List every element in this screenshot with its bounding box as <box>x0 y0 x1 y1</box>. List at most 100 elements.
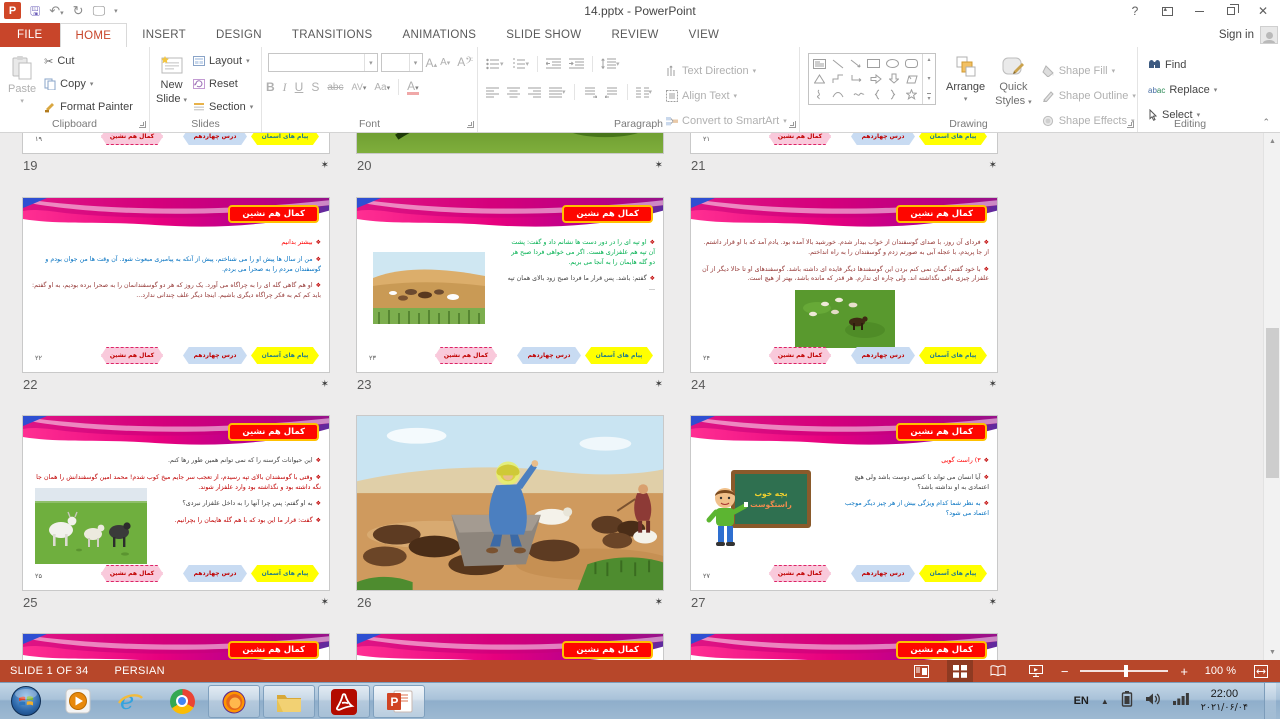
media-player-icon[interactable] <box>52 683 104 719</box>
normal-view-button[interactable] <box>909 660 935 682</box>
zoom-level[interactable]: 100 % <box>1200 665 1236 677</box>
text-shadow-button[interactable]: S <box>311 80 319 94</box>
internet-explorer-icon[interactable]: e <box>104 683 156 719</box>
scroll-down-arrow-icon[interactable]: ▼ <box>1264 644 1280 660</box>
section-button[interactable]: Section▾ <box>193 96 253 118</box>
fit-slide-to-window-button[interactable] <box>1248 660 1274 682</box>
slide-counter[interactable]: SLIDE 1 OF 34 <box>10 665 89 677</box>
nav-chip-pink[interactable]: کمال هم نشین <box>101 565 163 582</box>
firefox-button[interactable] <box>208 685 260 718</box>
font-size-combobox[interactable]: ▾ <box>381 53 423 72</box>
slide-thumbnail[interactable]: کمال هم نشین <box>356 633 664 660</box>
tray-clock[interactable]: 22:00 ۲۰۲۱/۰۶/۰۴ <box>1201 688 1252 714</box>
vertical-scrollbar[interactable]: ▲ ▼ <box>1263 133 1280 660</box>
explorer-button[interactable] <box>263 685 315 718</box>
format-painter-button[interactable]: Format Painter <box>44 96 133 118</box>
tab-animations[interactable]: ANIMATIONS <box>388 23 492 47</box>
decrease-indent-icon[interactable] <box>546 58 561 70</box>
chrome-icon[interactable] <box>156 683 208 719</box>
paste-button[interactable]: Paste▾ <box>8 50 36 118</box>
quick-styles-button[interactable]: Quick Styles ▾ <box>995 53 1032 107</box>
sign-in-link[interactable]: Sign in <box>1219 29 1254 41</box>
text-direction-button[interactable]: Text Direction▾ <box>666 60 787 82</box>
line-spacing-icon[interactable]: ▾ <box>601 58 620 70</box>
tab-slide-show[interactable]: SLIDE SHOW <box>491 23 596 47</box>
align-text-button[interactable]: Align Text▾ <box>666 85 787 107</box>
zoom-slider[interactable] <box>1080 670 1168 672</box>
italic-button[interactable]: I <box>283 80 287 95</box>
nav-chip-yellow[interactable]: پیام های آسمان <box>251 565 319 582</box>
slide-thumbnail-20[interactable] <box>356 133 664 154</box>
ribbon-display-options-button[interactable] <box>1154 1 1180 21</box>
increase-font-size-button[interactable]: A▴ <box>426 56 438 70</box>
battery-icon[interactable] <box>1121 691 1133 712</box>
nav-chip-blue[interactable]: درس چهاردهم <box>183 565 247 582</box>
minimize-button[interactable] <box>1186 1 1212 21</box>
volume-icon[interactable] <box>1145 692 1161 711</box>
increase-indent-icon[interactable] <box>569 58 584 70</box>
nav-chip-pink[interactable]: کمال هم نشین <box>101 347 163 364</box>
collapse-ribbon-chevron[interactable]: ⌃ <box>1262 117 1270 128</box>
slide-thumbnail-26[interactable] <box>356 415 664 591</box>
tab-file[interactable]: FILE <box>0 23 60 47</box>
rtl-direction-icon[interactable] <box>605 87 619 98</box>
tab-insert[interactable]: INSERT <box>127 23 201 47</box>
help-button[interactable]: ? <box>1122 1 1148 21</box>
scroll-up-arrow-icon[interactable]: ▲ <box>1264 133 1280 149</box>
nav-chip-blue[interactable]: درس چهاردهم <box>851 133 915 145</box>
drawing-dialog-launcher[interactable] <box>1127 121 1134 128</box>
find-button[interactable]: Find <box>1148 54 1242 76</box>
close-button[interactable]: ✕ <box>1250 1 1276 21</box>
zoom-slider-thumb[interactable] <box>1124 665 1128 677</box>
font-dialog-launcher[interactable] <box>467 121 474 128</box>
slide-thumbnail-27[interactable]: کمال هم نشین بچه خوب راستگوست ❖۳) راست گ… <box>690 415 998 591</box>
shape-outline-button[interactable]: Shape Outline▾ <box>1042 85 1136 107</box>
network-icon[interactable] <box>1173 692 1189 710</box>
slide-thumbnail-19[interactable]: کمال هم نشیندرس چهاردهمپیام های آسمان۱۹ <box>22 133 330 154</box>
slide-thumbnail[interactable]: کمال هم نشین <box>690 633 998 660</box>
arrange-button[interactable]: Arrange▾ <box>946 53 985 103</box>
nav-chip-yellow[interactable]: پیام های آسمان <box>919 347 987 364</box>
slide-show-button[interactable] <box>1023 660 1049 682</box>
align-right-icon[interactable] <box>528 87 541 98</box>
reading-view-button[interactable] <box>985 660 1011 682</box>
font-name-combobox[interactable]: ▾ <box>268 53 378 72</box>
shapes-gallery[interactable]: ▴▾▾ <box>808 53 936 105</box>
justify-icon[interactable]: ▾ <box>549 87 566 98</box>
nav-chip-yellow[interactable]: پیام های آسمان <box>585 347 653 364</box>
slide-thumbnail-22[interactable]: کمال هم نشین❖بیشتر بدانیم❖من از سال ها پ… <box>22 197 330 373</box>
nav-chip-blue[interactable]: درس چهاردهم <box>517 347 581 364</box>
bullets-icon[interactable]: ▾ <box>486 58 504 70</box>
nav-chip-pink[interactable]: کمال هم نشین <box>101 133 163 145</box>
character-spacing-button[interactable]: AV▾ <box>351 82 366 92</box>
slide-thumbnail-25[interactable]: کمال هم نشین ❖این حیوانات گرسنه را که نم… <box>22 415 330 591</box>
powerpoint-button[interactable]: P <box>373 685 425 718</box>
nav-chip-pink[interactable]: کمال هم نشین <box>769 565 831 582</box>
clipboard-dialog-launcher[interactable] <box>139 121 146 128</box>
tab-view[interactable]: VIEW <box>674 23 735 47</box>
language-switcher[interactable]: EN <box>1074 695 1089 707</box>
language-indicator[interactable]: PERSIAN <box>115 665 165 677</box>
show-hidden-icons-button[interactable]: ▲ <box>1101 697 1109 706</box>
underline-button[interactable]: U <box>295 80 304 94</box>
nav-chip-blue[interactable]: درس چهاردهم <box>851 347 915 364</box>
bold-button[interactable]: B <box>266 80 275 94</box>
start-button[interactable] <box>0 683 52 719</box>
change-case-button[interactable]: Aa▾ <box>374 82 390 93</box>
nav-chip-pink[interactable]: کمال هم نشین <box>769 347 831 364</box>
new-slide-button[interactable]: New Slide ▾ <box>156 50 187 118</box>
layout-button[interactable]: Layout▾ <box>193 50 253 72</box>
slide-thumbnail-23[interactable]: کمال هم نشین ❖او تپه ای را در دور دست ها… <box>356 197 664 373</box>
clear-formatting-button[interactable]: A𝄢 <box>457 55 473 70</box>
strikethrough-button[interactable]: abc <box>327 82 343 93</box>
zoom-in-button[interactable]: + <box>1180 664 1188 679</box>
copy-button[interactable]: Copy▾ <box>44 73 133 95</box>
nav-chip-yellow[interactable]: پیام های آسمان <box>919 133 987 145</box>
replace-button[interactable]: abac Replace▾ <box>1148 79 1242 101</box>
nav-chip-pink[interactable]: کمال هم نشین <box>435 347 497 364</box>
nav-chip-blue[interactable]: درس چهاردهم <box>183 133 247 145</box>
nav-chip-blue[interactable]: درس چهاردهم <box>851 565 915 582</box>
columns-icon[interactable]: ▾ <box>636 87 653 98</box>
tab-home[interactable]: HOME <box>60 23 128 47</box>
decrease-font-size-button[interactable]: A▾ <box>440 57 450 68</box>
